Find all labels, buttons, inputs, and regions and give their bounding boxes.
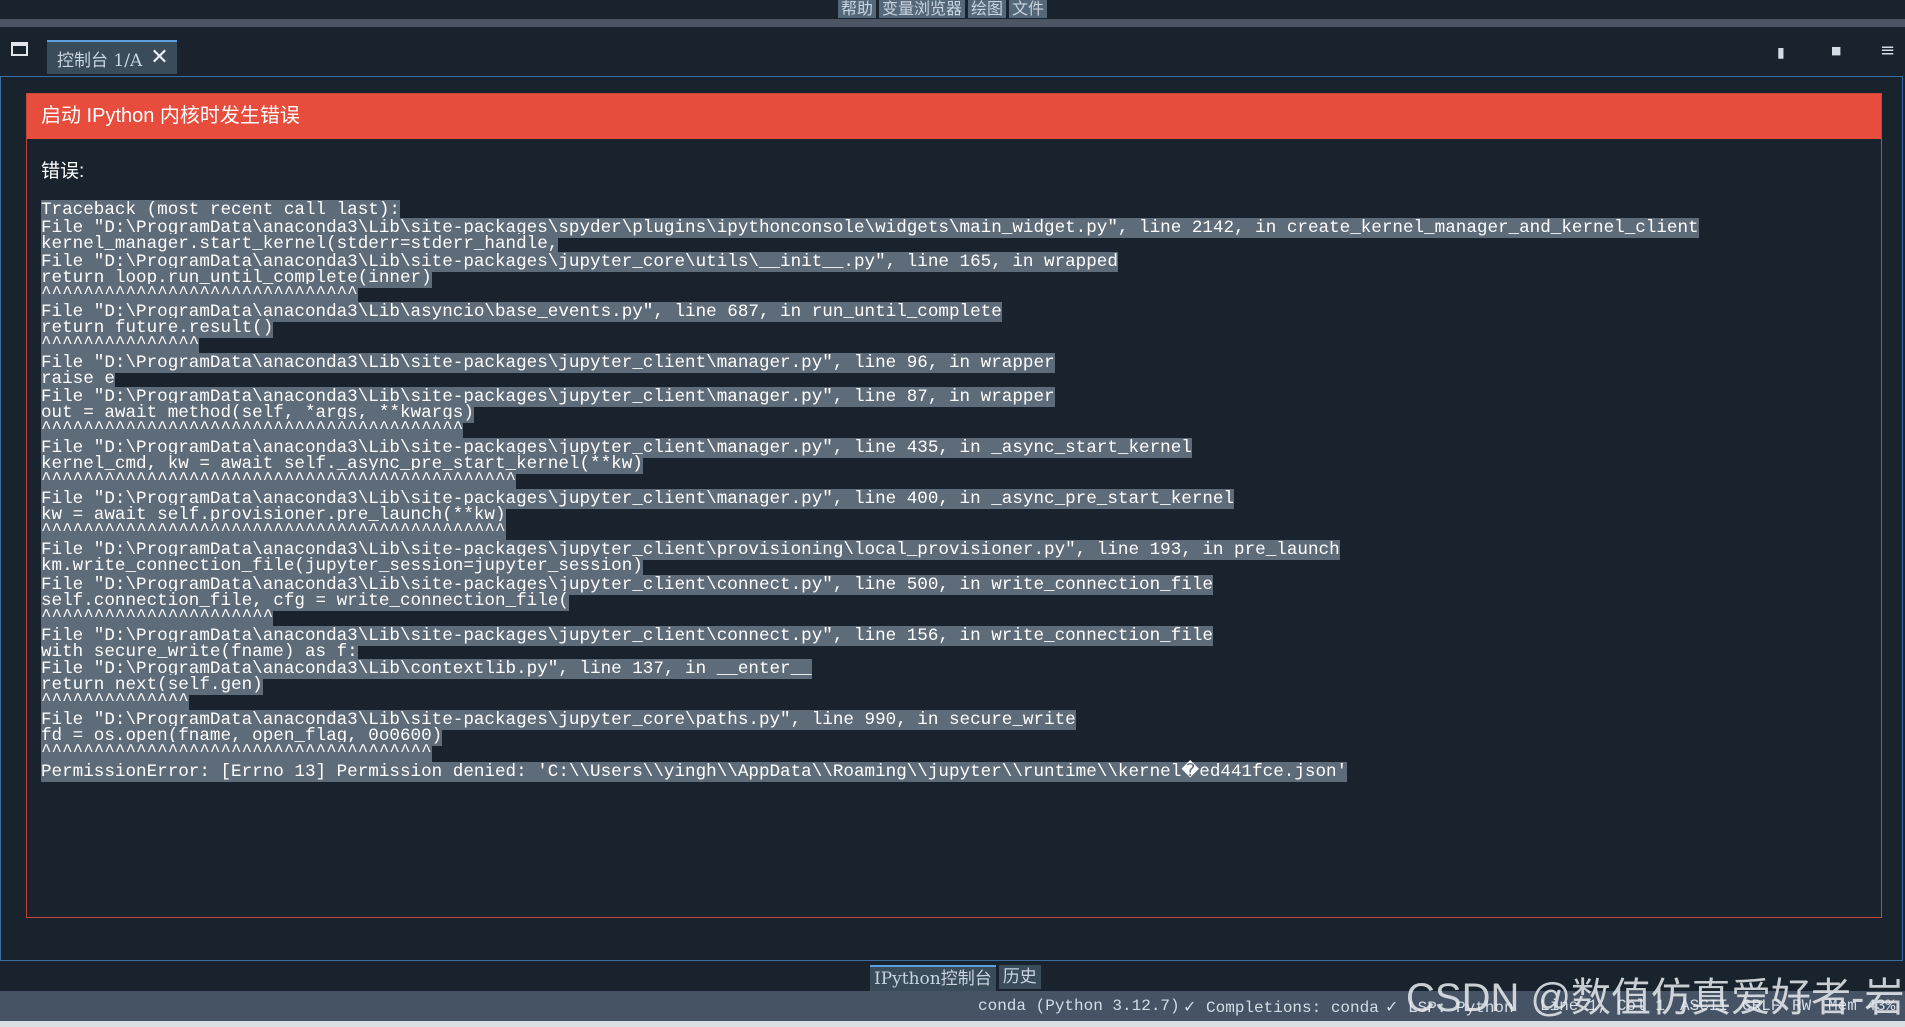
traceback-line-text: km.write_connection_file(jupyter_session… [41,556,643,576]
traceback-line: km.write_connection_file(jupyter_session… [41,556,643,576]
traceback-line: ^^^^^^^^^^^^^^^^^^^^^^ [41,607,274,627]
traceback-line: ^^^^^^^^^^^^^^^ [41,334,200,354]
stop-icon[interactable]: ■ [1831,44,1841,57]
traceback-line-text: ^^^^^^^^^^^^^^^^^^^^^^ [41,607,274,627]
traceback-line-text: Traceback (most recent call last): [41,200,400,220]
error-title: 启动 IPython 内核时发生错误 [27,94,1881,139]
traceback-line: kernel_manager.start_kernel(stderr=stder… [41,234,559,254]
traceback-line: ^^^^^^^^^^^^^^^^^^^^^^^^^^^^^^^^^^^^^^^^ [41,419,464,439]
traceback-line-text: ^^^^^^^^^^^^^^^^^^^^^^^^^^^^^^^^^^^^^^^^… [41,521,506,541]
traceback-line-text: PermissionError: [Errno 13] Permission d… [41,762,1348,782]
bottom-tabs: IPython控制台 历史 [870,965,1041,991]
error-label: 错误: [41,161,85,182]
close-icon[interactable]: ✕ [150,47,168,69]
tab-plots[interactable]: 绘图 [968,0,1007,18]
tab-variable-explorer[interactable]: 变量浏览器 [879,0,966,18]
traceback-line: raise e [41,369,115,389]
watermark: CSDN @数值仿真爱好者-岩土 [1406,976,1905,1020]
top-divider [0,19,1905,27]
traceback-line-text: kernel_manager.start_kernel(stderr=stder… [41,234,559,254]
traceback-line-text: raise e [41,369,115,389]
tab-ipython-console[interactable]: IPython控制台 [870,965,996,991]
traceback-line: File "D:\ProgramData\anaconda3\Lib\site-… [41,353,1055,373]
console-pane-header: 控制台 1/A ✕ ▮ ■ ≡ [0,28,1905,76]
traceback-line: Traceback (most recent call last): [41,200,400,220]
traceback-line-text: ^^^^^^^^^^^^^^^^^^^^^^^^^^^^^^ [41,284,358,304]
traceback-line: ^^^^^^^^^^^^^^^^^^^^^^^^^^^^^^^^^^^^^^^^… [41,470,517,490]
plugin-tabs: 帮助 变量浏览器 绘图 文件 [838,0,1048,18]
tab-files[interactable]: 文件 [1009,0,1048,18]
traceback-line: ^^^^^^^^^^^^^^ [41,691,189,711]
options-menu-icon[interactable]: ≡ [1880,40,1895,61]
undock-window-icon[interactable] [11,42,28,56]
traceback-line-text: ^^^^^^^^^^^^^^ [41,691,189,711]
traceback-line-text: ^^^^^^^^^^^^^^^^^^^^^^^^^^^^^^^^^^^^^ [41,742,432,762]
status-completions[interactable]: ✓ Completions: conda [1183,997,1379,1017]
traceback-line-text: ^^^^^^^^^^^^^^^ [41,334,200,354]
status-environment[interactable]: conda (Python 3.12.7) [978,997,1180,1015]
console-tab-label: 控制台 1/A [57,50,143,71]
tab-console-1a[interactable]: 控制台 1/A ✕ [47,40,177,74]
traceback-line: ^^^^^^^^^^^^^^^^^^^^^^^^^^^^^^^^^^^^^^^^… [41,521,506,541]
kernel-error-panel: 启动 IPython 内核时发生错误 错误: Traceback (most r… [26,93,1882,918]
copy-icon[interactable]: ▮ [1777,45,1785,61]
traceback-line: ^^^^^^^^^^^^^^^^^^^^^^^^^^^^^^ [41,284,358,304]
traceback-line-text: ^^^^^^^^^^^^^^^^^^^^^^^^^^^^^^^^^^^^^^^^… [41,470,517,490]
tab-help[interactable]: 帮助 [838,0,877,18]
traceback-line: ^^^^^^^^^^^^^^^^^^^^^^^^^^^^^^^^^^^^^ [41,742,432,762]
traceback-line-text: ^^^^^^^^^^^^^^^^^^^^^^^^^^^^^^^^^^^^^^^^ [41,419,464,439]
traceback-line: PermissionError: [Errno 13] Permission d… [41,762,1348,782]
tab-history[interactable]: 历史 [998,965,1041,989]
traceback-line-text: File "D:\ProgramData\anaconda3\Lib\site-… [41,353,1055,373]
